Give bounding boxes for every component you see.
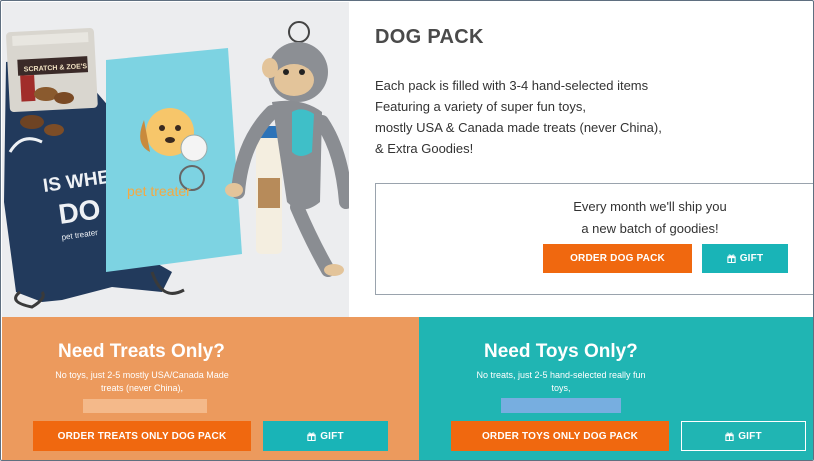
order-dog-pack-button[interactable]: ORDER DOG PACK <box>543 244 692 273</box>
ship-message: Every month we'll ship you a new batch o… <box>376 196 813 240</box>
treats-only-text-line: treats (never China), <box>100 383 184 393</box>
treats-only-text-line: No toys, just 2-5 mostly USA/Canada Made <box>55 370 229 380</box>
subscription-box: Every month we'll ship you a new batch o… <box>375 183 813 295</box>
monkey-toy-image <box>225 21 349 277</box>
mailer-bag-image: pet treater <box>106 48 242 272</box>
gift-label: GIFT <box>739 253 764 264</box>
gift-icon <box>725 431 734 441</box>
gift-toys-only-button[interactable]: GIFT <box>681 421 806 451</box>
order-treats-only-button[interactable]: ORDER TREATS ONLY DOG PACK <box>33 421 251 451</box>
treats-only-title: Need Treats Only? <box>58 341 225 362</box>
toys-only-title: Need Toys Only? <box>484 341 638 362</box>
treats-only-text: No toys, just 2-5 mostly USA/Canada Made… <box>42 369 242 395</box>
svg-text:pet treater: pet treater <box>127 183 191 199</box>
toys-only-text-line: No treats, just 2-5 hand-selected really… <box>476 370 646 380</box>
product-photo: IS WHE DO pet treater SCRATCH & ZOE'S pe… <box>2 2 349 317</box>
gift-treats-only-button[interactable]: GIFT <box>263 421 388 451</box>
order-dog-pack-label: ORDER DOG PACK <box>570 253 665 264</box>
svg-text:DO: DO <box>57 193 103 230</box>
gift-dog-pack-button[interactable]: GIFT <box>702 244 788 273</box>
ship-message-line: Every month we'll ship you <box>573 199 727 214</box>
dog-pack-section: DOG PACK Each pack is filled with 3-4 ha… <box>349 2 813 317</box>
dog-pack-description: Each pack is filled with 3-4 hand-select… <box>375 75 662 159</box>
gift-label: GIFT <box>320 430 344 442</box>
treat-can-image <box>256 126 282 254</box>
order-treats-only-label: ORDER TREATS ONLY DOG PACK <box>57 430 227 442</box>
toys-only-text-line: toys, <box>551 383 571 393</box>
redacted-highlight <box>501 398 621 413</box>
gift-label: GIFT <box>738 430 762 442</box>
redacted-highlight <box>83 399 207 413</box>
description-line: Each pack is filled with 3-4 hand-select… <box>375 78 649 93</box>
gift-icon <box>307 431 316 441</box>
toys-only-panel: Need Toys Only? No treats, just 2-5 hand… <box>419 317 813 460</box>
toys-only-text: No treats, just 2-5 hand-selected really… <box>461 369 661 395</box>
description-line: & Extra Goodies! <box>375 141 474 156</box>
treats-only-panel: Need Treats Only? No toys, just 2-5 most… <box>2 317 419 460</box>
order-toys-only-label: ORDER TOYS ONLY DOG PACK <box>481 430 639 442</box>
description-line: mostly USA & Canada made treats (never C… <box>375 120 662 135</box>
page-frame: IS WHE DO pet treater SCRATCH & ZOE'S pe… <box>0 0 814 461</box>
gift-icon <box>727 254 736 263</box>
order-toys-only-button[interactable]: ORDER TOYS ONLY DOG PACK <box>451 421 669 451</box>
description-line: Featuring a variety of super fun toys, <box>375 99 586 114</box>
dog-pack-title: DOG PACK <box>375 26 484 48</box>
ship-message-line: a new batch of goodies! <box>581 221 719 236</box>
